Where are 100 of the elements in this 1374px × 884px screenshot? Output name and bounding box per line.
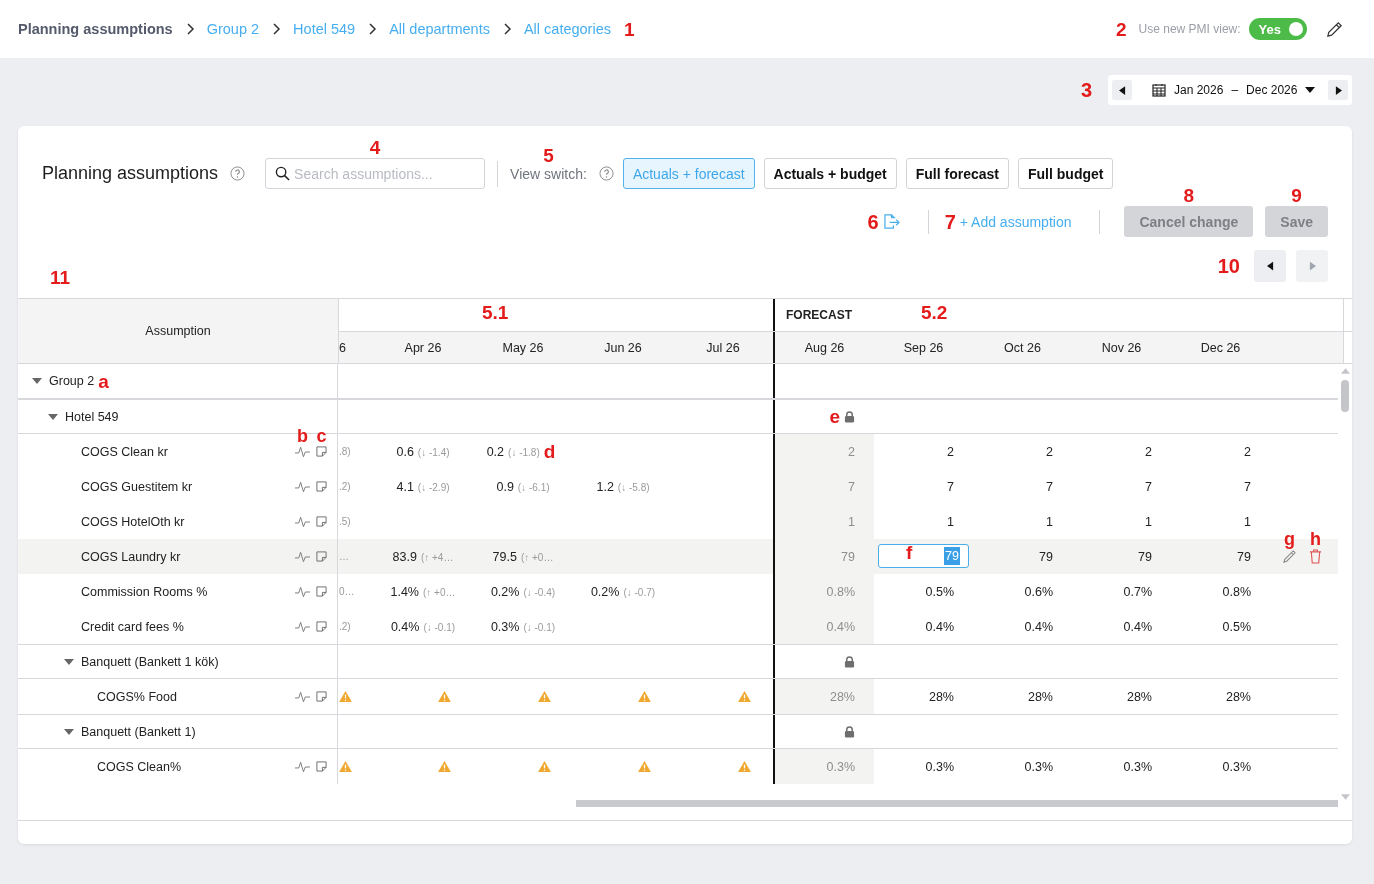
table-cell: 0.3% bbox=[1222, 759, 1251, 774]
table-cell: 0.5% bbox=[1222, 619, 1251, 634]
triangle-right-icon bbox=[1308, 261, 1316, 271]
pulse-icon[interactable] bbox=[295, 550, 310, 563]
table-cell: 0… bbox=[339, 586, 355, 597]
trash-icon[interactable] bbox=[1309, 549, 1322, 564]
annotation-label: 5.2 bbox=[921, 303, 948, 322]
breadcrumb-link[interactable]: All categories bbox=[523, 21, 611, 37]
add-assumption-link[interactable]: + Add assumption bbox=[959, 213, 1072, 230]
table-cell: 83.9 (↑ +4… bbox=[392, 549, 454, 564]
table-cell: … bbox=[339, 551, 349, 562]
annotation-label: 9 bbox=[1291, 186, 1302, 205]
table-cell: 0.8% bbox=[826, 584, 855, 599]
table-cell: 1 bbox=[1145, 514, 1152, 529]
note-icon[interactable] bbox=[316, 691, 327, 702]
caret-down-icon[interactable] bbox=[1305, 87, 1316, 93]
horizontal-scrollbar[interactable] bbox=[576, 800, 1338, 807]
annotation-label: f bbox=[906, 543, 913, 562]
note-icon[interactable] bbox=[316, 551, 327, 562]
table-cell: 0.7% bbox=[1123, 584, 1152, 599]
help-icon[interactable] bbox=[598, 166, 614, 181]
next-button[interactable] bbox=[1328, 80, 1348, 100]
table-cell: 1 bbox=[1046, 514, 1053, 529]
triangle-right-icon bbox=[1334, 85, 1342, 95]
annotation-label: 11 bbox=[50, 268, 71, 287]
table-cell: 4.1 (↓ -2.9) bbox=[396, 479, 450, 494]
table-cell: 0.9 (↓ -6.1) bbox=[496, 479, 550, 494]
breadcrumb-link[interactable]: Hotel 549 bbox=[293, 21, 356, 37]
month-header: 6 bbox=[339, 340, 346, 355]
pulse-icon[interactable] bbox=[295, 445, 310, 458]
table-cell: 28% bbox=[1225, 689, 1251, 704]
table-cell: 1.4% (↑ +0… bbox=[390, 584, 456, 599]
table-cell: 0.5% bbox=[925, 584, 954, 599]
table-cell: 28% bbox=[829, 689, 855, 704]
annotation-label: c bbox=[316, 427, 327, 445]
group-name: Banquett (Bankett 1 kök) bbox=[81, 654, 219, 669]
table-cell: 7 bbox=[1046, 479, 1053, 494]
search-icon bbox=[275, 166, 291, 181]
annotation-label: g bbox=[1284, 530, 1295, 548]
toggle-switch[interactable]: Yes bbox=[1248, 18, 1307, 40]
table-cell: 1 bbox=[848, 514, 855, 529]
table-cell: 7 bbox=[947, 479, 954, 494]
scroll-up-icon[interactable] bbox=[1340, 368, 1350, 374]
table-cell: 0.3% bbox=[1024, 759, 1053, 774]
note-icon[interactable] bbox=[316, 446, 327, 457]
date-to[interactable]: Dec 2026 bbox=[1246, 83, 1298, 97]
annotation-label: 8 bbox=[1183, 186, 1195, 205]
pencil-icon[interactable] bbox=[1325, 19, 1344, 39]
column-header: Assumption bbox=[18, 299, 339, 363]
pulse-icon[interactable] bbox=[295, 760, 310, 773]
breadcrumb-link[interactable]: Group 2 bbox=[206, 21, 260, 37]
table-cell: 0.4% bbox=[826, 619, 855, 634]
help-icon[interactable] bbox=[230, 166, 246, 181]
annotation-label: d bbox=[543, 442, 556, 461]
breadcrumb-current: Planning assumptions bbox=[18, 21, 173, 37]
scrollbar-thumb[interactable] bbox=[1341, 380, 1349, 412]
annotation-label: 2 bbox=[1115, 19, 1127, 39]
annotation-label: 6 bbox=[867, 211, 879, 232]
card-title: Planning assumptions bbox=[42, 163, 219, 184]
table-cell: 28% bbox=[1126, 689, 1152, 704]
pulse-icon[interactable] bbox=[295, 585, 310, 598]
table-cell: 0.3% bbox=[1123, 759, 1152, 774]
previous-page-button[interactable] bbox=[1254, 250, 1286, 282]
note-icon[interactable] bbox=[316, 481, 327, 492]
previous-button[interactable] bbox=[1112, 80, 1132, 100]
view-switch-button[interactable]: Actuals + forecast bbox=[622, 158, 755, 189]
pulse-icon[interactable] bbox=[295, 480, 310, 493]
note-icon[interactable] bbox=[316, 586, 327, 597]
assumption-name: COGS Clean% bbox=[97, 759, 182, 774]
table-cell: 2 bbox=[1244, 444, 1251, 459]
note-icon[interactable] bbox=[316, 761, 327, 772]
search-field[interactable]: Search assumptions... bbox=[265, 158, 486, 189]
month-header: Nov 26 bbox=[1101, 340, 1142, 355]
export-icon[interactable] bbox=[882, 214, 900, 229]
note-icon[interactable] bbox=[316, 516, 327, 527]
group-name: Group 2 bbox=[49, 374, 95, 388]
scroll-down-icon[interactable] bbox=[1340, 794, 1350, 800]
table-cell: 79 bbox=[1237, 549, 1251, 564]
table-cell: .2) bbox=[339, 621, 351, 632]
pulse-icon[interactable] bbox=[295, 515, 310, 528]
chevron-right-icon bbox=[184, 22, 195, 36]
view-switch-button[interactable]: Full forecast bbox=[905, 158, 1009, 189]
annotation-label: b bbox=[297, 426, 308, 445]
date-from[interactable]: Jan 2026 bbox=[1174, 83, 1224, 97]
annotation-label: 10 bbox=[1217, 256, 1240, 276]
chevron-right-icon bbox=[367, 22, 378, 36]
warning-icon bbox=[537, 761, 551, 772]
table-cell: 0.4% (↓ -0.1) bbox=[390, 619, 456, 634]
warning-icon bbox=[339, 691, 352, 702]
table-cell: 0.3% bbox=[826, 759, 855, 774]
table-cell: 1.2 (↓ -5.8) bbox=[596, 479, 650, 494]
table-cell: 7 bbox=[1145, 479, 1152, 494]
breadcrumb-link[interactable]: All departments bbox=[389, 21, 490, 37]
note-icon[interactable] bbox=[316, 621, 327, 632]
table-cell: 79 bbox=[1039, 549, 1053, 564]
month-header: Jul 26 bbox=[706, 340, 740, 355]
view-switch-button[interactable]: Actuals + budget bbox=[763, 158, 897, 189]
pulse-icon[interactable] bbox=[295, 690, 310, 703]
view-switch-button[interactable]: Full budget bbox=[1018, 158, 1114, 189]
pulse-icon[interactable] bbox=[295, 620, 310, 633]
